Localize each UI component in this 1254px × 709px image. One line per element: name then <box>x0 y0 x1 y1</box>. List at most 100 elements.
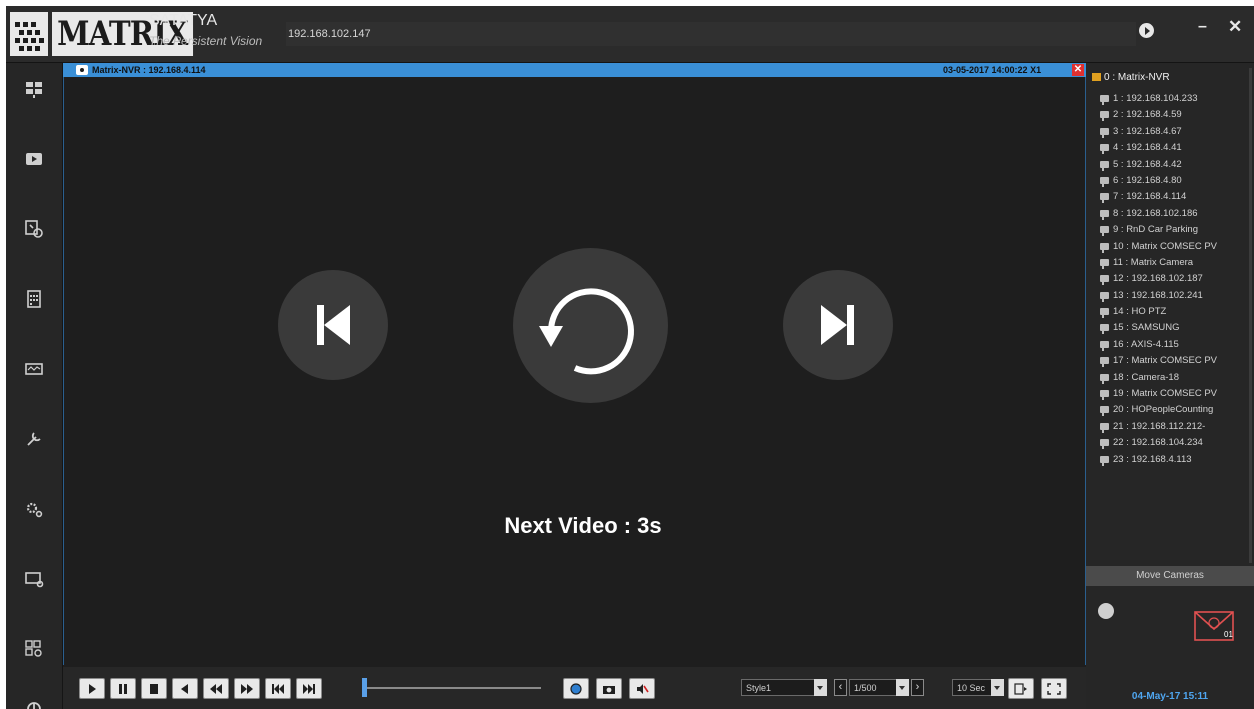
camera-label: 6 : 192.168.4.80 <box>1113 174 1182 186</box>
replay-button[interactable] <box>513 248 668 403</box>
camera-icon <box>1100 455 1109 466</box>
camera-list-item[interactable]: 5 : 192.168.4.42 <box>1100 157 1248 173</box>
fast-forward-button[interactable] <box>234 678 260 699</box>
mail-icon[interactable]: 01 <box>1194 611 1234 641</box>
speed-prev-button[interactable]: ‹ <box>834 679 847 696</box>
title-bar: MATRIX SATATYA The Persistent Vision 192… <box>6 6 1254 63</box>
camera-list-item[interactable]: 10 : Matrix COMSEC PV <box>1100 239 1248 255</box>
rewind-button[interactable] <box>203 678 229 699</box>
camera-list-item[interactable]: 18 : Camera-18 <box>1100 370 1248 386</box>
brand-name: SATATYA <box>149 12 218 29</box>
snapshot-button[interactable] <box>596 678 622 699</box>
camera-list-item[interactable]: 1 : 192.168.104.233 <box>1100 91 1248 107</box>
camera-list-item[interactable]: 14 : HO PTZ <box>1100 304 1248 320</box>
style-dropdown-icon[interactable] <box>814 679 827 696</box>
camera-label: 10 : Matrix COMSEC PV <box>1113 240 1217 252</box>
camera-list-item[interactable]: 11 : Matrix Camera <box>1100 255 1248 271</box>
camera-icon <box>1100 94 1109 105</box>
camera-label: 13 : 192.168.102.241 <box>1113 289 1203 301</box>
interval-dropdown-icon[interactable] <box>991 679 1004 696</box>
camera-list-item[interactable]: 4 : 192.168.4.41 <box>1100 140 1248 156</box>
camera-icon <box>1100 439 1109 450</box>
step-back-button[interactable] <box>172 678 198 699</box>
video-pane[interactable]: Matrix-NVR : 192.168.4.114 03-05-2017 14… <box>63 63 1086 667</box>
camera-icon <box>1100 111 1109 122</box>
next-video-countdown: Next Video : 3s <box>504 513 662 538</box>
tools-icon[interactable] <box>20 425 48 453</box>
camera-eye-icon <box>76 65 88 75</box>
video-title: Matrix-NVR : 192.168.4.114 <box>92 65 206 75</box>
camera-label: 15 : SAMSUNG <box>1113 322 1180 334</box>
camera-label: 14 : HO PTZ <box>1113 306 1167 318</box>
mute-button[interactable] <box>629 678 655 699</box>
brand-tagline: The Persistent Vision <box>149 34 263 48</box>
camera-icon <box>1100 340 1109 351</box>
color-adjust-button[interactable] <box>563 678 589 699</box>
close-button[interactable]: ✕ <box>1228 17 1242 37</box>
camera-list-item[interactable]: 2 : 192.168.4.59 <box>1100 107 1248 123</box>
camera-list-item[interactable]: 13 : 192.168.102.241 <box>1100 288 1248 304</box>
camera-icon <box>1100 258 1109 269</box>
seek-bar[interactable] <box>366 687 541 689</box>
power-icon[interactable] <box>20 695 48 709</box>
camera-list-item[interactable]: 8 : 192.168.102.186 <box>1100 206 1248 222</box>
playback-icon[interactable] <box>20 145 48 173</box>
camera-list-item[interactable]: 9 : RnD Car Parking <box>1100 222 1248 238</box>
camera-label: 23 : 192.168.4.113 <box>1113 453 1192 465</box>
camera-label: 17 : Matrix COMSEC PV <box>1113 355 1217 367</box>
next-video-button[interactable] <box>783 270 893 380</box>
camera-list-item[interactable]: 15 : SAMSUNG <box>1100 320 1248 336</box>
user-icon[interactable] <box>1098 603 1114 619</box>
speed-next-button[interactable]: › <box>911 679 924 696</box>
layout-icon[interactable] <box>20 635 48 663</box>
camera-icon <box>1100 422 1109 433</box>
camera-list-item[interactable]: 7 : 192.168.4.114 <box>1100 189 1248 205</box>
fullscreen-button[interactable] <box>1041 678 1067 699</box>
event-search-icon[interactable] <box>20 215 48 243</box>
camera-list-item[interactable]: 21 : 192.168.112.212- <box>1100 419 1248 435</box>
camera-label: 18 : Camera-18 <box>1113 371 1180 383</box>
previous-video-button[interactable] <box>278 270 388 380</box>
live-view-icon[interactable] <box>20 75 48 103</box>
stop-button[interactable] <box>141 678 167 699</box>
camera-label: 22 : 192.168.104.234 <box>1113 437 1203 449</box>
style-select[interactable]: Style1 <box>741 679 823 696</box>
skip-end-button[interactable] <box>296 678 322 699</box>
server-ip-field[interactable] <box>286 22 1136 46</box>
move-cameras-button[interactable]: Move Cameras <box>1086 566 1254 586</box>
matrix-logo-mark <box>10 12 48 56</box>
camera-label: 16 : AXIS-4.115 <box>1113 338 1179 350</box>
tree-root[interactable]: 0 : Matrix-NVR <box>1092 72 1170 83</box>
camera-list-item[interactable]: 3 : 192.168.4.67 <box>1100 124 1248 140</box>
camera-list-item[interactable]: 16 : AXIS-4.115 <box>1100 337 1248 353</box>
skip-start-button[interactable] <box>265 678 291 699</box>
seek-handle[interactable] <box>362 678 367 697</box>
playback-control-bar: Style1 ‹ 1/500 › 10 Sec <box>63 667 1086 709</box>
speed-dropdown-icon[interactable] <box>896 679 909 696</box>
camera-icon <box>1100 324 1109 335</box>
camera-icon <box>1100 144 1109 155</box>
monitor-icon[interactable] <box>20 355 48 383</box>
camera-list-item[interactable]: 19 : Matrix COMSEC PV <box>1100 386 1248 402</box>
camera-label: 8 : 192.168.102.186 <box>1113 207 1198 219</box>
camera-icon <box>1100 193 1109 204</box>
camera-list-item[interactable]: 20 : HOPeopleCounting <box>1100 402 1248 418</box>
camera-list-item[interactable]: 22 : 192.168.104.234 <box>1100 435 1248 451</box>
settings-icon[interactable] <box>20 495 48 523</box>
play-icon[interactable] <box>1139 23 1154 38</box>
camera-icon <box>1100 373 1109 384</box>
play-button[interactable] <box>79 678 105 699</box>
camera-list-item[interactable]: 23 : 192.168.4.113 <box>1100 452 1248 468</box>
sequence-button[interactable] <box>1008 678 1034 699</box>
tree-scrollbar[interactable] <box>1249 68 1252 563</box>
minimize-button[interactable]: – <box>1198 18 1207 36</box>
device-icon[interactable] <box>20 565 48 593</box>
left-nav <box>6 63 63 709</box>
pane-close-icon[interactable]: ✕ <box>1072 64 1084 76</box>
camera-label: 12 : 192.168.102.187 <box>1113 273 1203 285</box>
calendar-icon[interactable] <box>20 285 48 313</box>
camera-list-item[interactable]: 17 : Matrix COMSEC PV <box>1100 353 1248 369</box>
camera-list-item[interactable]: 6 : 192.168.4.80 <box>1100 173 1248 189</box>
camera-list-item[interactable]: 12 : 192.168.102.187 <box>1100 271 1248 287</box>
pause-button[interactable] <box>110 678 136 699</box>
